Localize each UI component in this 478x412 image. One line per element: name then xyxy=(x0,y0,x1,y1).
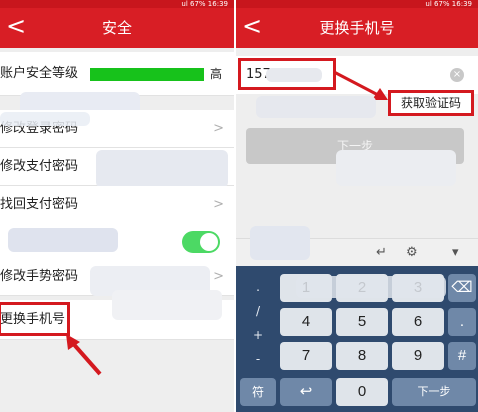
symbol-key[interactable]: / xyxy=(238,304,278,318)
row-label: 账户安全等级 xyxy=(0,66,79,81)
security-level-label: 高 xyxy=(209,67,222,81)
gesture-toggle[interactable] xyxy=(182,231,220,253)
dot-key[interactable]: . xyxy=(448,308,476,336)
chevron-right-icon: > xyxy=(213,121,224,136)
blurred-overlay xyxy=(112,290,222,320)
backspace-icon[interactable]: ⌫ xyxy=(448,274,476,302)
change-phone-screen: ul 67% 16:39 < 更换手机号 157 × 获取验证码 下一步 ↵ ⚙… xyxy=(236,0,478,412)
page-title: 更换手机号 xyxy=(319,19,395,37)
blurred-overlay xyxy=(8,228,118,252)
numeric-keyboard: . / + - 1 2 3 ⌫ 4 5 6 . 7 8 9 # 符 ↩ 0 下一… xyxy=(236,266,478,412)
highlight-box xyxy=(0,302,70,336)
return-key[interactable]: ↩ xyxy=(280,378,332,406)
chevron-right-icon: > xyxy=(213,197,224,212)
security-level-row: 账户安全等级 高 xyxy=(0,52,234,96)
security-screen: ul 67% 16:39 < 安全 账户安全等级 高 修改登录密码 > 修改支付… xyxy=(0,0,234,412)
title-bar: < 更换手机号 xyxy=(236,8,478,48)
return-icon[interactable]: ↵ xyxy=(376,239,387,267)
row-label: 修改支付密码 xyxy=(0,159,79,174)
blurred-overlay xyxy=(296,276,446,298)
next-key[interactable]: 下一步 xyxy=(392,378,476,406)
key-8[interactable]: 8 xyxy=(336,342,388,370)
blurred-overlay xyxy=(250,226,310,260)
highlight-box xyxy=(238,58,336,90)
pointer-arrow-icon xyxy=(66,334,102,376)
key-4[interactable]: 4 xyxy=(280,308,332,336)
row-label: 找回支付密码 xyxy=(0,197,79,212)
row-label: 修改手势密码 xyxy=(0,269,79,284)
key-6[interactable]: 6 xyxy=(392,308,444,336)
blurred-overlay xyxy=(0,112,90,126)
get-code-button[interactable]: 获取验证码 xyxy=(388,90,474,116)
chevron-down-icon[interactable]: ▾ xyxy=(452,239,459,267)
symbols-key[interactable]: 符 xyxy=(240,378,276,406)
security-level-bar xyxy=(90,68,204,81)
status-bar: ul 67% 16:39 xyxy=(0,0,234,8)
symbol-key[interactable]: . xyxy=(238,280,278,294)
key-5[interactable]: 5 xyxy=(336,308,388,336)
blurred-overlay xyxy=(256,96,376,118)
status-bar: ul 67% 16:39 xyxy=(236,0,478,8)
row-recover-payment-password[interactable]: 找回支付密码 > xyxy=(0,186,234,224)
key-0[interactable]: 0 xyxy=(336,378,388,406)
symbol-key[interactable]: + xyxy=(238,328,278,342)
blurred-overlay xyxy=(96,150,228,188)
toggle-knob xyxy=(200,233,218,251)
title-bar: < 安全 xyxy=(0,8,234,48)
gear-icon[interactable]: ⚙ xyxy=(406,239,418,267)
blurred-overlay xyxy=(336,150,456,186)
symbol-key[interactable]: - xyxy=(238,352,278,366)
key-9[interactable]: 9 xyxy=(392,342,444,370)
page-title: 安全 xyxy=(101,19,132,37)
clear-icon[interactable]: × xyxy=(450,68,464,82)
key-7[interactable]: 7 xyxy=(280,342,332,370)
key-hash[interactable]: # xyxy=(448,342,476,370)
